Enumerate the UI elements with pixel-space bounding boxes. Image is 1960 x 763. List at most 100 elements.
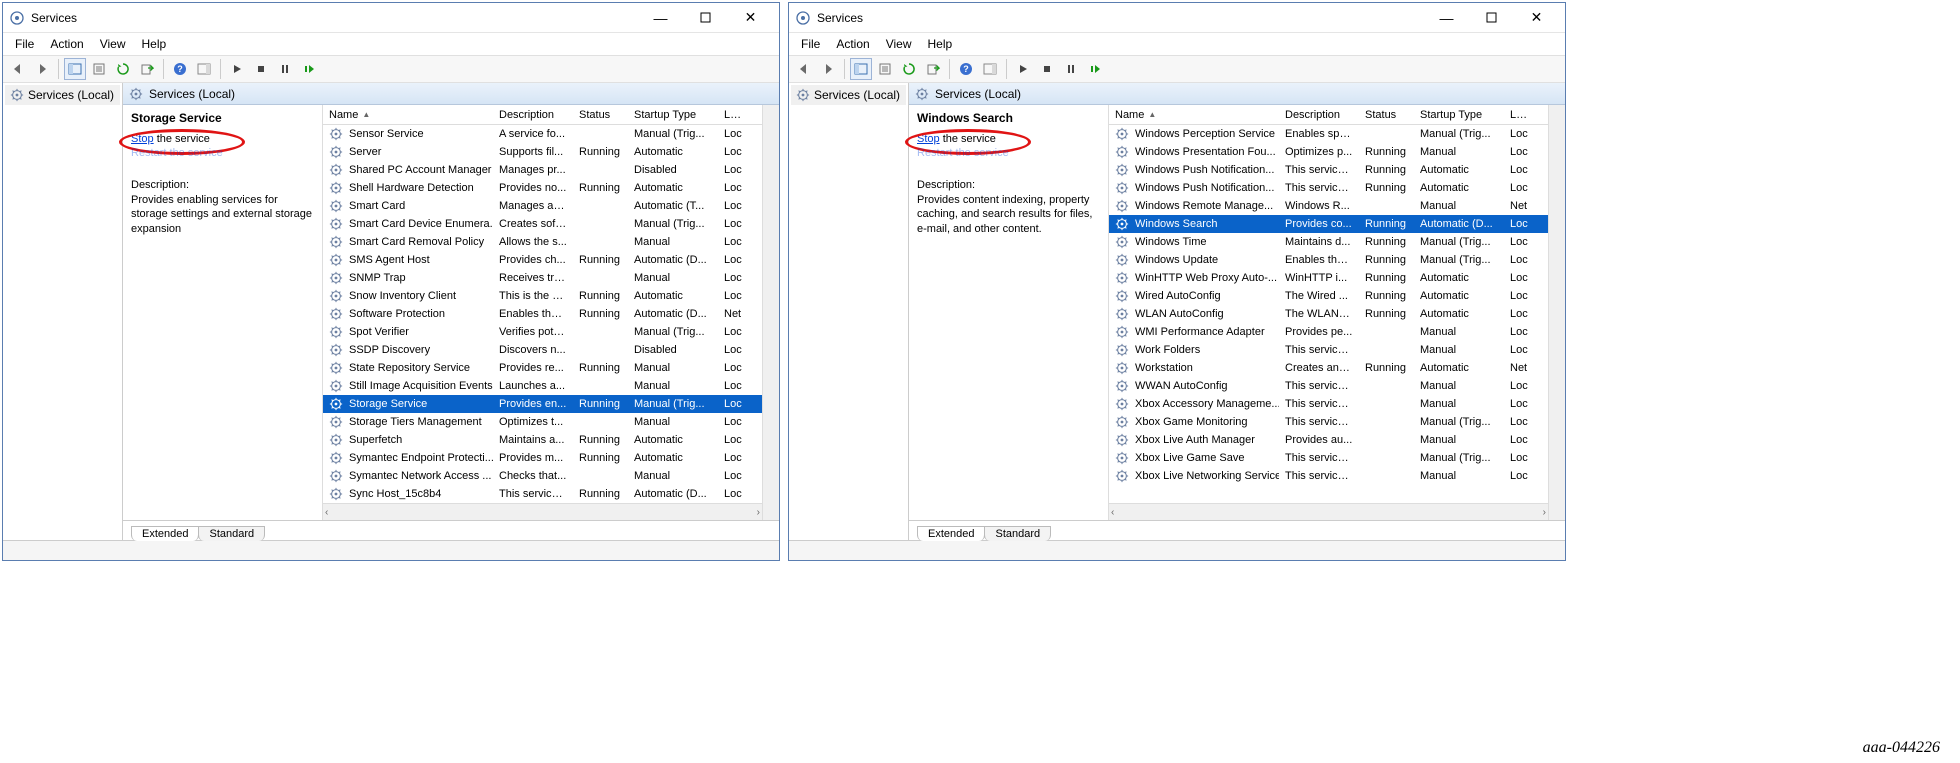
- service-row[interactable]: Windows Search Provides co... Running Au…: [1109, 215, 1548, 233]
- horizontal-scrollbar[interactable]: ‹›: [1109, 503, 1548, 520]
- show-hide-tree-button[interactable]: [850, 58, 872, 80]
- menu-view[interactable]: View: [878, 35, 920, 53]
- close-button[interactable]: ✕: [1514, 4, 1559, 32]
- menu-help[interactable]: Help: [134, 35, 175, 53]
- service-row[interactable]: Superfetch Maintains a... Running Automa…: [323, 431, 762, 449]
- service-row[interactable]: Sync Host_15c8b4 This service ... Runnin…: [323, 485, 762, 503]
- menu-view[interactable]: View: [92, 35, 134, 53]
- service-row[interactable]: Xbox Live Networking Service This servic…: [1109, 467, 1548, 485]
- maximize-button[interactable]: [1469, 4, 1514, 32]
- service-row[interactable]: Windows Update Enables the ... Running M…: [1109, 251, 1548, 269]
- service-row[interactable]: Windows Push Notification... This servic…: [1109, 179, 1548, 197]
- tab-extended[interactable]: Extended: [917, 526, 985, 541]
- service-row[interactable]: Xbox Live Game Save This service ... Man…: [1109, 449, 1548, 467]
- service-row[interactable]: Windows Presentation Fou... Optimizes p.…: [1109, 143, 1548, 161]
- export-button[interactable]: [922, 58, 944, 80]
- stop-service-link[interactable]: Stop the service: [917, 133, 996, 145]
- menu-action[interactable]: Action: [828, 35, 877, 53]
- col-startup-type[interactable]: Startup Type: [628, 109, 718, 121]
- service-row[interactable]: Storage Service Provides en... Running M…: [323, 395, 762, 413]
- refresh-button[interactable]: [112, 58, 134, 80]
- service-row[interactable]: Shell Hardware Detection Provides no... …: [323, 179, 762, 197]
- service-row[interactable]: Still Image Acquisition Events Launches …: [323, 377, 762, 395]
- refresh-button[interactable]: [898, 58, 920, 80]
- service-row[interactable]: Server Supports fil... Running Automatic…: [323, 143, 762, 161]
- col-startup-type[interactable]: Startup Type: [1414, 109, 1504, 121]
- restart-service-link[interactable]: Restart the service: [131, 147, 314, 159]
- service-row[interactable]: Windows Remote Manage... Windows R... Ma…: [1109, 197, 1548, 215]
- restart-service-button[interactable]: [1084, 58, 1106, 80]
- service-row[interactable]: Work Folders This service ... Manual Loc: [1109, 341, 1548, 359]
- vertical-scrollbar[interactable]: [1548, 105, 1565, 520]
- help-button[interactable]: ?: [169, 58, 191, 80]
- tab-extended[interactable]: Extended: [131, 526, 199, 541]
- minimize-button[interactable]: —: [1424, 4, 1469, 32]
- service-row[interactable]: Storage Tiers Management Optimizes t... …: [323, 413, 762, 431]
- col-name[interactable]: Name▲: [1109, 109, 1279, 121]
- service-row[interactable]: Shared PC Account Manager Manages pr... …: [323, 161, 762, 179]
- export-button[interactable]: [136, 58, 158, 80]
- service-row[interactable]: State Repository Service Provides re... …: [323, 359, 762, 377]
- service-row[interactable]: Snow Inventory Client This is the S... R…: [323, 287, 762, 305]
- properties-button[interactable]: [874, 58, 896, 80]
- titlebar[interactable]: Services — ✕: [3, 3, 779, 33]
- action-pane-button[interactable]: [193, 58, 215, 80]
- service-row[interactable]: Windows Push Notification... This servic…: [1109, 161, 1548, 179]
- list-column-headers[interactable]: Name▲ Description Status Startup Type Lo…: [1109, 105, 1548, 125]
- forward-button[interactable]: [31, 58, 53, 80]
- service-row[interactable]: Smart Card Removal Policy Allows the s..…: [323, 233, 762, 251]
- service-row[interactable]: SMS Agent Host Provides ch... Running Au…: [323, 251, 762, 269]
- titlebar[interactable]: Services — ✕: [789, 3, 1565, 33]
- service-row[interactable]: SNMP Trap Receives tra... Manual Loc: [323, 269, 762, 287]
- col-description[interactable]: Description: [493, 109, 573, 121]
- service-row[interactable]: Smart Card Device Enumera... Creates sof…: [323, 215, 762, 233]
- service-row[interactable]: Wired AutoConfig The Wired ... Running A…: [1109, 287, 1548, 305]
- properties-button[interactable]: [88, 58, 110, 80]
- service-row[interactable]: Xbox Game Monitoring This service ... Ma…: [1109, 413, 1548, 431]
- service-row[interactable]: Xbox Live Auth Manager Provides au... Ma…: [1109, 431, 1548, 449]
- col-status[interactable]: Status: [1359, 109, 1414, 121]
- service-row[interactable]: Workstation Creates and... Running Autom…: [1109, 359, 1548, 377]
- service-row[interactable]: Spot Verifier Verifies pote... Manual (T…: [323, 323, 762, 341]
- pause-service-button[interactable]: [1060, 58, 1082, 80]
- restart-service-link[interactable]: Restart the service: [917, 147, 1100, 159]
- service-row[interactable]: Symantec Endpoint Protecti... Provides m…: [323, 449, 762, 467]
- service-row[interactable]: Symantec Network Access ... Checks that.…: [323, 467, 762, 485]
- tab-standard[interactable]: Standard: [984, 526, 1051, 541]
- service-row[interactable]: WinHTTP Web Proxy Auto-... WinHTTP i... …: [1109, 269, 1548, 287]
- stop-service-button[interactable]: [250, 58, 272, 80]
- service-row[interactable]: Smart Card Manages ac... Automatic (T...…: [323, 197, 762, 215]
- help-button[interactable]: ?: [955, 58, 977, 80]
- col-description[interactable]: Description: [1279, 109, 1359, 121]
- tab-standard[interactable]: Standard: [198, 526, 265, 541]
- tree-item-services-local[interactable]: Services (Local): [791, 85, 906, 105]
- service-row[interactable]: WWAN AutoConfig This service ... Manual …: [1109, 377, 1548, 395]
- menu-file[interactable]: File: [7, 35, 42, 53]
- stop-service-link[interactable]: Stop the service: [131, 133, 210, 145]
- col-status[interactable]: Status: [573, 109, 628, 121]
- menu-file[interactable]: File: [793, 35, 828, 53]
- pause-service-button[interactable]: [274, 58, 296, 80]
- service-row[interactable]: Sensor Service A service fo... Manual (T…: [323, 125, 762, 143]
- vertical-scrollbar[interactable]: [762, 105, 779, 520]
- start-service-button[interactable]: [226, 58, 248, 80]
- stop-service-button[interactable]: [1036, 58, 1058, 80]
- col-name[interactable]: Name▲: [323, 109, 493, 121]
- service-row[interactable]: Windows Perception Service Enables spa..…: [1109, 125, 1548, 143]
- show-hide-tree-button[interactable]: [64, 58, 86, 80]
- minimize-button[interactable]: —: [638, 4, 683, 32]
- tree-item-services-local[interactable]: Services (Local): [5, 85, 120, 105]
- start-service-button[interactable]: [1012, 58, 1034, 80]
- horizontal-scrollbar[interactable]: ‹›: [323, 503, 762, 520]
- service-row[interactable]: SSDP Discovery Discovers n... Disabled L…: [323, 341, 762, 359]
- service-row[interactable]: WMI Performance Adapter Provides pe... M…: [1109, 323, 1548, 341]
- service-row[interactable]: Xbox Accessory Manageme... This service …: [1109, 395, 1548, 413]
- menu-action[interactable]: Action: [42, 35, 91, 53]
- col-logon[interactable]: Log: [1504, 109, 1534, 121]
- back-button[interactable]: [7, 58, 29, 80]
- maximize-button[interactable]: [683, 4, 728, 32]
- service-row[interactable]: WLAN AutoConfig The WLANS... Running Aut…: [1109, 305, 1548, 323]
- menu-help[interactable]: Help: [920, 35, 961, 53]
- service-row[interactable]: Windows Time Maintains d... Running Manu…: [1109, 233, 1548, 251]
- close-button[interactable]: ✕: [728, 4, 773, 32]
